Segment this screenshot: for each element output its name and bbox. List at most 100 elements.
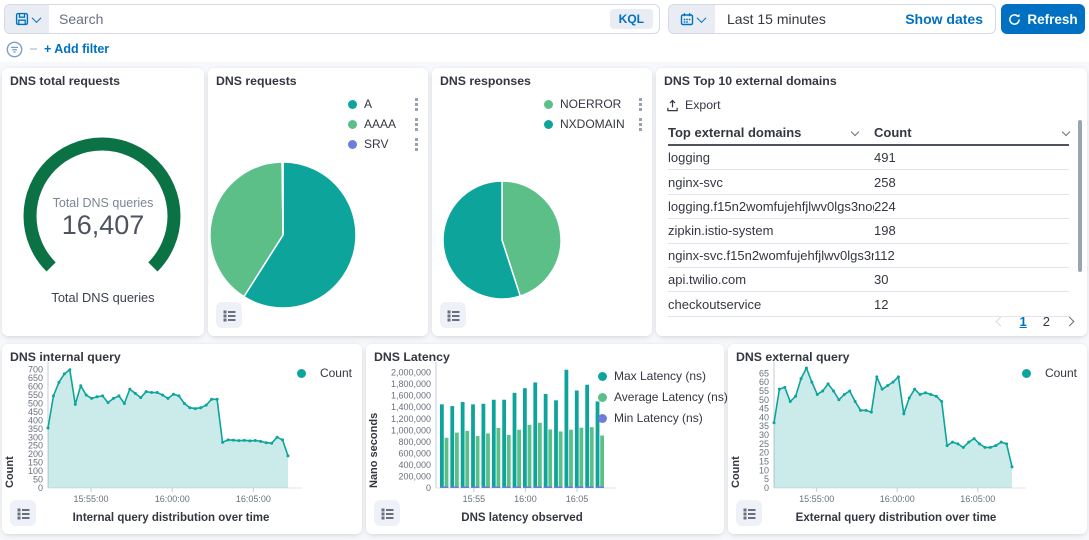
list-icon bbox=[380, 506, 395, 521]
panel-dns-external-query: DNS external query 051015202530354045505… bbox=[728, 344, 1087, 534]
prev-page-icon[interactable] bbox=[995, 317, 1005, 327]
legend-toggle-button[interactable] bbox=[216, 302, 242, 328]
svg-text:2,000,000: 2,000,000 bbox=[391, 368, 431, 378]
svg-text:35: 35 bbox=[759, 421, 769, 431]
export-label: Export bbox=[685, 98, 721, 112]
legend-label: Count bbox=[320, 366, 352, 380]
search-input[interactable] bbox=[49, 5, 610, 33]
y-axis-title: Count bbox=[730, 364, 742, 488]
column-header-domains[interactable]: Top external domains bbox=[668, 125, 874, 140]
domain-cell: nginx-svc bbox=[668, 175, 874, 190]
svg-text:15:55: 15:55 bbox=[463, 494, 486, 504]
time-range-picker: Last 15 minutes Show dates bbox=[668, 4, 996, 34]
page-2-button[interactable]: 2 bbox=[1043, 314, 1050, 329]
panel-dns-internal-query: DNS internal query 050100150200250300350… bbox=[2, 344, 362, 534]
svg-text:15:55:00: 15:55:00 bbox=[799, 494, 834, 504]
legend-item[interactable]: NOERROR bbox=[544, 94, 644, 114]
svg-text:16:00:00: 16:00:00 bbox=[155, 494, 190, 504]
table-row[interactable]: api.twilio.com30 bbox=[668, 268, 1069, 292]
legend-item[interactable]: AAAA bbox=[348, 114, 420, 134]
divider bbox=[30, 48, 37, 50]
legend-item[interactable]: NXDOMAIN bbox=[544, 114, 644, 134]
table-row[interactable]: nginx-svc.f15n2womfujehfjlwv0lgs3no...11… bbox=[668, 244, 1069, 268]
gauge-bottom-label: Total DNS queries bbox=[2, 290, 204, 305]
legend-toggle-button[interactable] bbox=[440, 302, 466, 328]
refresh-icon bbox=[1008, 13, 1021, 26]
list-icon bbox=[16, 506, 31, 521]
count-cell: 491 bbox=[874, 150, 1069, 165]
kql-language-button[interactable]: KQL bbox=[610, 9, 653, 29]
svg-text:1,200,000: 1,200,000 bbox=[391, 414, 431, 424]
legend-item[interactable]: Min Latency (ns) bbox=[598, 408, 720, 428]
domain-cell: api.twilio.com bbox=[668, 272, 874, 287]
legend-dot bbox=[348, 120, 357, 129]
column-label: Count bbox=[874, 125, 912, 140]
export-button[interactable]: Export bbox=[666, 98, 721, 112]
gauge-center-label: Total DNS queries bbox=[2, 196, 204, 210]
y-axis-title: Count bbox=[4, 364, 16, 488]
legend-toggle-button[interactable] bbox=[374, 500, 400, 526]
x-axis-title: External query distribution over time bbox=[774, 512, 1018, 524]
panel-dns-requests: DNS requests A AAAA SRV bbox=[208, 68, 428, 336]
svg-text:700: 700 bbox=[28, 365, 43, 375]
legend[interactable]: Count bbox=[297, 366, 352, 380]
legend-item[interactable]: SRV bbox=[348, 134, 420, 154]
time-range-value[interactable]: Last 15 minutes bbox=[715, 5, 905, 33]
legend-actions-icon[interactable] bbox=[637, 116, 644, 133]
table-body: logging491 nginx-svc258 logging.f15n2wom… bbox=[668, 146, 1069, 317]
refresh-button[interactable]: Refresh bbox=[1001, 4, 1085, 34]
legend-actions-icon[interactable] bbox=[413, 116, 420, 133]
legend: NOERROR NXDOMAIN bbox=[544, 94, 644, 134]
save-icon bbox=[15, 12, 29, 26]
table-row[interactable]: nginx-svc258 bbox=[668, 170, 1069, 194]
legend-item[interactable]: A bbox=[348, 94, 420, 114]
export-icon bbox=[666, 99, 679, 112]
svg-text:50: 50 bbox=[759, 395, 769, 405]
svg-text:0: 0 bbox=[426, 483, 431, 493]
list-icon bbox=[222, 308, 237, 323]
domain-cell: logging.f15n2womfujehfjlwv0lgs3nog.... bbox=[668, 199, 874, 214]
legend-actions-icon[interactable] bbox=[413, 136, 420, 153]
sort-chevron-icon bbox=[1062, 128, 1070, 136]
count-cell: 224 bbox=[874, 199, 1069, 214]
svg-text:1,400,000: 1,400,000 bbox=[391, 402, 431, 412]
show-dates-button[interactable]: Show dates bbox=[905, 5, 995, 33]
page-1-button[interactable]: 1 bbox=[1020, 314, 1027, 329]
gauge-value: 16,407 bbox=[2, 210, 204, 241]
legend-dot bbox=[598, 393, 607, 402]
legend-actions-icon[interactable] bbox=[413, 96, 420, 113]
table-row[interactable]: logging.f15n2womfujehfjlwv0lgs3nog....22… bbox=[668, 195, 1069, 219]
count-cell: 258 bbox=[874, 175, 1069, 190]
legend-actions-icon[interactable] bbox=[637, 96, 644, 113]
svg-text:0: 0 bbox=[764, 483, 769, 493]
calendar-icon bbox=[680, 12, 694, 26]
svg-text:600,000: 600,000 bbox=[398, 448, 431, 458]
saved-query-menu-button[interactable] bbox=[5, 5, 49, 33]
column-label: Top external domains bbox=[668, 125, 801, 140]
panel-dns-responses: DNS responses NOERROR NXDOMAIN bbox=[432, 68, 652, 336]
legend: A AAAA SRV bbox=[348, 94, 420, 154]
legend[interactable]: Count bbox=[1022, 366, 1077, 380]
legend-item[interactable]: Max Latency (ns) bbox=[598, 366, 720, 386]
next-page-icon[interactable] bbox=[1065, 317, 1075, 327]
table-row[interactable]: logging491 bbox=[668, 146, 1069, 170]
svg-text:1,000,000: 1,000,000 bbox=[391, 425, 431, 435]
legend-toggle-button[interactable] bbox=[10, 500, 36, 526]
calendar-menu-button[interactable] bbox=[669, 5, 715, 33]
legend-label: NOERROR bbox=[560, 97, 621, 111]
table-scrollbar[interactable] bbox=[1078, 120, 1082, 272]
domain-cell: nginx-svc.f15n2womfujehfjlwv0lgs3no... bbox=[668, 248, 874, 263]
table-row[interactable]: zipkin.istio-system198 bbox=[668, 219, 1069, 243]
legend-dot bbox=[348, 140, 357, 149]
svg-text:16:05:00: 16:05:00 bbox=[960, 494, 995, 504]
legend-item[interactable]: Average Latency (ns) bbox=[598, 387, 720, 407]
add-filter-button[interactable]: + Add filter bbox=[44, 42, 109, 56]
svg-text:25: 25 bbox=[759, 439, 769, 449]
svg-text:15:55:00: 15:55:00 bbox=[74, 494, 109, 504]
legend-toggle-button[interactable] bbox=[736, 500, 762, 526]
column-header-count[interactable]: Count bbox=[874, 125, 1069, 140]
x-axis-title: DNS latency observed bbox=[436, 512, 608, 524]
svg-text:800,000: 800,000 bbox=[398, 437, 431, 447]
svg-text:60: 60 bbox=[759, 377, 769, 387]
svg-text:10: 10 bbox=[759, 465, 769, 475]
